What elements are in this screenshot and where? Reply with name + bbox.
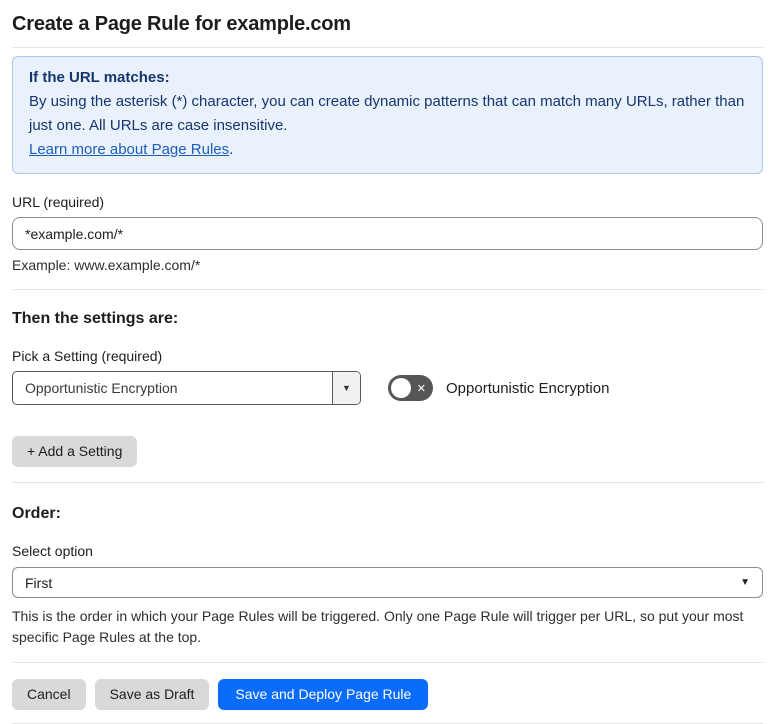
url-matches-info-box: If the URL matches: By using the asteris… xyxy=(12,56,763,174)
info-box-heading: If the URL matches: xyxy=(29,69,170,86)
setting-select-arrow-button[interactable]: ▼ xyxy=(332,372,360,404)
chevron-down-icon: ▼ xyxy=(342,383,351,393)
setting-select-value: Opportunistic Encryption xyxy=(25,380,178,396)
divider xyxy=(12,47,763,48)
opportunistic-encryption-toggle[interactable]: ✕ xyxy=(388,375,433,401)
toggle-off-icon: ✕ xyxy=(416,382,426,395)
page-title: Create a Page Rule for example.com xyxy=(12,13,351,35)
url-example-helper: Example: www.example.com/* xyxy=(12,257,201,273)
link-suffix: . xyxy=(229,141,234,158)
toggle-knob xyxy=(391,378,411,398)
order-select-label: Select option xyxy=(12,543,93,559)
order-select-value: First xyxy=(25,574,53,591)
cancel-button[interactable]: Cancel xyxy=(12,679,86,710)
setting-controls-row: Opportunistic Encryption ▼ ✕ Opportunist… xyxy=(12,371,763,405)
url-label: URL (required) xyxy=(12,194,105,210)
toggle-label: Opportunistic Encryption xyxy=(446,379,610,397)
add-setting-row: + Add a Setting xyxy=(12,436,763,467)
divider xyxy=(12,482,763,483)
url-input[interactable] xyxy=(12,217,763,250)
learn-more-link[interactable]: Learn more about Page Rules xyxy=(29,141,229,158)
info-box-body: By using the asterisk (*) character, you… xyxy=(29,93,745,134)
order-select[interactable]: First ▼ xyxy=(12,567,763,598)
order-section-heading: Order: xyxy=(12,505,61,522)
settings-section-heading: Then the settings are: xyxy=(12,310,179,327)
divider xyxy=(12,289,763,290)
divider xyxy=(12,662,763,663)
chevron-down-icon: ▼ xyxy=(740,577,750,588)
save-draft-button[interactable]: Save as Draft xyxy=(94,679,210,710)
add-setting-button[interactable]: + Add a Setting xyxy=(12,436,138,467)
pick-setting-label: Pick a Setting (required) xyxy=(12,348,163,364)
order-helper-text: This is the order in which your Page Rul… xyxy=(12,608,744,645)
form-actions: Cancel Save as Draft Save and Deploy Pag… xyxy=(12,679,763,723)
save-deploy-button[interactable]: Save and Deploy Page Rule xyxy=(218,679,429,710)
setting-select[interactable]: Opportunistic Encryption ▼ xyxy=(12,371,361,405)
page-rule-form: Create a Page Rule for example.com If th… xyxy=(0,0,775,724)
info-box-link-line: Learn more about Page Rules. xyxy=(29,138,746,162)
